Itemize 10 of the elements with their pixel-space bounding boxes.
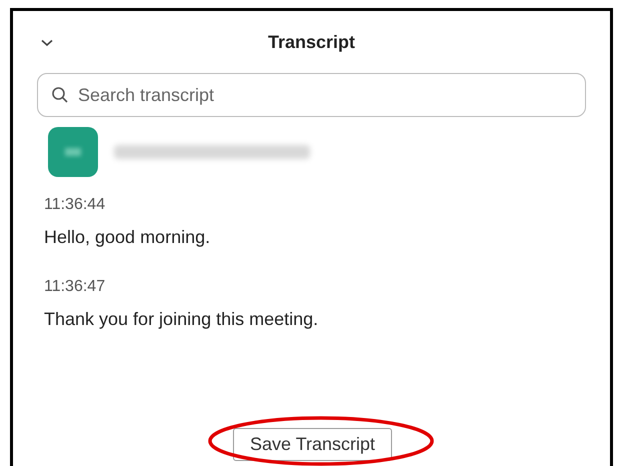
message-time: 11:36:47 — [44, 277, 106, 297]
save-transcript-button[interactable]: Save Transcript — [233, 428, 392, 461]
message-time: 11:36:44 — [44, 195, 106, 215]
chevron-down-icon[interactable] — [41, 39, 53, 47]
search-field[interactable]: Search transcript — [37, 73, 586, 117]
search-icon — [51, 86, 69, 104]
message-text: Hello, good morning. — [44, 226, 212, 249]
panel-title: Transcript — [268, 30, 356, 54]
avatar — [48, 127, 98, 177]
message-text: Thank you for joining this meeting. — [44, 308, 320, 331]
